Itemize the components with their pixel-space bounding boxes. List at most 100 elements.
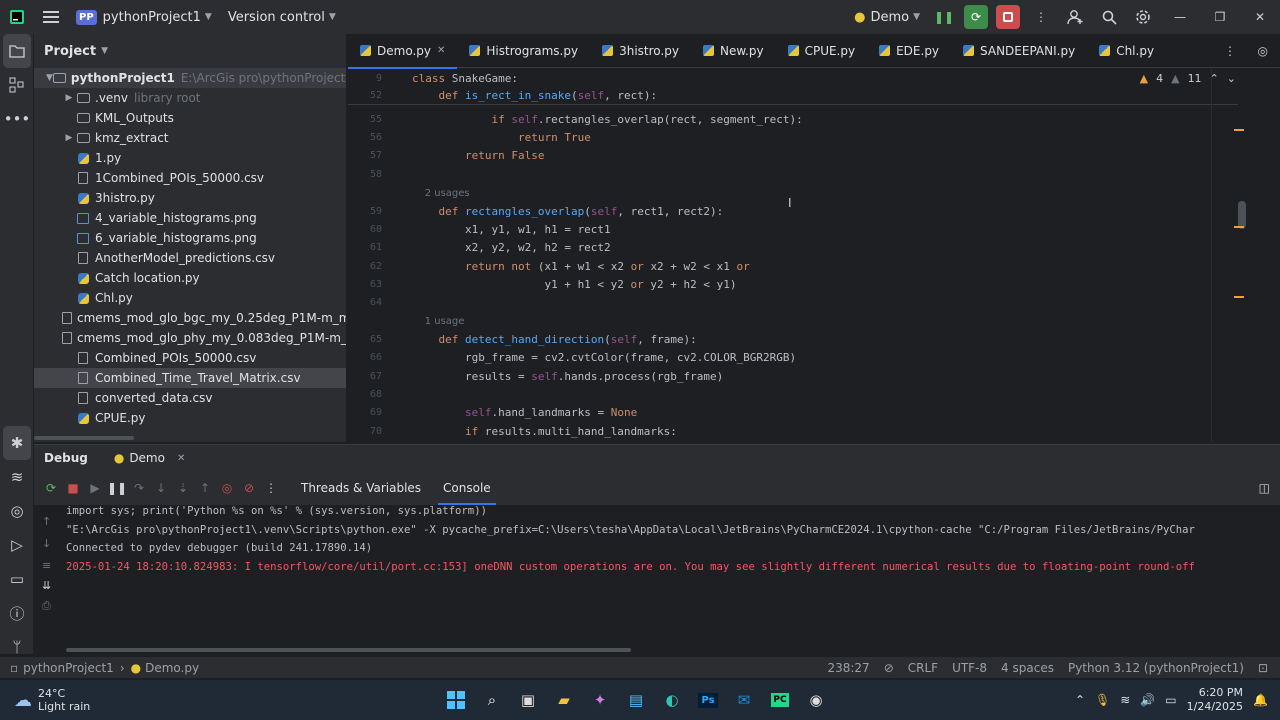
vertical-scrollbar[interactable] <box>1238 201 1246 229</box>
pycharm-taskbar-icon[interactable]: PC <box>762 682 798 718</box>
editor-tab[interactable]: SANDEEPANI.py <box>951 34 1087 68</box>
minimize-icon[interactable]: — <box>1160 0 1200 34</box>
tree-item[interactable]: Catch location.py <box>34 268 346 288</box>
tree-item[interactable]: cmems_mod_glo_bgc_my_0.25deg_P1M-m_multi… <box>34 308 346 328</box>
tab-actions-icon[interactable]: ⋮ <box>1224 44 1236 58</box>
more-tools-icon[interactable]: ••• <box>0 102 34 136</box>
pause-resume-button[interactable]: ❚❚ <box>932 5 956 29</box>
print-icon[interactable]: ⎙ <box>42 599 51 613</box>
editor-tab[interactable]: Demo.py ✕ <box>348 34 458 69</box>
tab-threads-variables[interactable]: Threads & Variables <box>290 471 432 505</box>
windows-start-icon[interactable] <box>438 682 474 718</box>
step-into-icon[interactable]: ↓ <box>150 481 172 495</box>
editor-tab[interactable]: 3histro.py <box>590 34 691 68</box>
caret-position[interactable]: 238:27 <box>827 661 869 675</box>
tree-item[interactable]: 4_variable_histograms.png <box>34 208 346 228</box>
version-control-dropdown[interactable]: Version control ▼ <box>220 10 344 25</box>
edge-browser-icon[interactable]: ◐ <box>654 682 690 718</box>
editor-tab[interactable]: Histrograms.py <box>457 34 590 68</box>
tree-item[interactable]: 1Combined_POIs_50000.csv <box>34 168 346 188</box>
resume-icon[interactable]: ▶ <box>84 481 106 495</box>
close-icon[interactable]: ✕ <box>1240 0 1280 34</box>
warning-marker[interactable] <box>1234 226 1244 228</box>
editor-tab[interactable]: Chl.py <box>1087 34 1166 68</box>
search-icon[interactable] <box>1092 0 1126 34</box>
project-panel-header[interactable]: Project ▼ <box>34 34 346 68</box>
tree-item[interactable]: ▶ .venv library root <box>34 88 346 108</box>
warning-marker[interactable] <box>1234 129 1244 131</box>
tree-item[interactable]: CPUE.py <box>34 408 346 428</box>
step-out-icon[interactable]: ↑ <box>194 481 216 495</box>
console-output[interactable]: import sys; print('Python %s on %s' % (s… <box>66 505 1246 579</box>
warning-marker[interactable] <box>1234 296 1244 298</box>
copilot-icon[interactable]: ✦ <box>582 682 618 718</box>
layout-icon[interactable]: ◫ <box>1259 481 1270 495</box>
tree-item[interactable]: 1.py <box>34 148 346 168</box>
microsoft-store-icon[interactable]: ▤ <box>618 682 654 718</box>
view-breakpoints-icon[interactable]: ◎ <box>216 481 238 495</box>
soft-wrap-icon[interactable]: ≡ <box>42 559 51 572</box>
tree-item[interactable]: Combined_Time_Travel_Matrix.csv <box>34 368 346 388</box>
project-folder-icon[interactable] <box>3 34 31 68</box>
ai-assistant-icon[interactable]: ◎ <box>1258 44 1268 58</box>
tab-console[interactable]: Console <box>432 471 502 505</box>
outlook-icon[interactable]: ✉ <box>726 682 762 718</box>
debug-session-tab[interactable]: Demo <box>129 451 165 465</box>
pause-icon[interactable]: ❚❚ <box>106 481 128 495</box>
github-icon[interactable]: ◉ <box>798 682 834 718</box>
tree-item[interactable]: AnotherModel_predictions.csv <box>34 248 346 268</box>
tree-item[interactable]: Combined_POIs_50000.csv <box>34 348 346 368</box>
horizontal-scrollbar[interactable] <box>66 648 631 652</box>
problems-icon[interactable]: ⓘ <box>0 596 34 630</box>
file-explorer-icon[interactable]: ▰ <box>546 682 582 718</box>
file-encoding[interactable]: UTF-8 <box>952 661 987 675</box>
tree-item[interactable]: converted_data.csv <box>34 388 346 408</box>
tree-item[interactable]: 3histro.py <box>34 188 346 208</box>
wifi-icon[interactable]: ≋ <box>1120 693 1130 707</box>
scroll-down-icon[interactable]: ↓ <box>42 537 51 550</box>
interpreter-selector[interactable]: Python 3.12 (pythonProject1) <box>1068 661 1244 675</box>
indent-setting[interactable]: 4 spaces <box>1001 661 1054 675</box>
battery-icon[interactable]: ▭ <box>1165 693 1176 707</box>
no-indent-icon[interactable]: ⊘ <box>884 661 894 675</box>
mute-breakpoints-icon[interactable]: ⊘ <box>238 481 260 495</box>
system-clock[interactable]: 6:20 PM 1/24/2025 <box>1187 686 1243 714</box>
weather-widget[interactable]: ☁ 24°C Light rain <box>0 687 200 713</box>
tree-item[interactable]: 6_variable_histograms.png <box>34 228 346 248</box>
services-icon[interactable]: ▷ <box>0 528 34 562</box>
close-tab-icon[interactable]: ✕ <box>437 45 445 56</box>
add-user-icon[interactable] <box>1058 0 1092 34</box>
stop-icon[interactable]: ■ <box>62 481 84 495</box>
settings-gear-icon[interactable] <box>1126 0 1160 34</box>
tree-root[interactable]: ▼ pythonProject1 E:\ArcGis pro\pythonPro… <box>34 68 346 88</box>
stop-button[interactable] <box>996 5 1020 29</box>
volume-icon[interactable]: 🔊 <box>1140 693 1155 707</box>
main-menu-icon[interactable] <box>34 0 68 34</box>
lock-icon[interactable]: ⊡ <box>1258 661 1268 675</box>
step-over-icon[interactable]: ↷ <box>128 481 150 495</box>
debug-bug-icon[interactable]: ✱ <box>3 426 31 460</box>
structure-icon[interactable] <box>0 68 34 102</box>
photoshop-icon[interactable]: Ps <box>690 682 726 718</box>
editor-tab[interactable]: EDE.py <box>867 34 951 68</box>
horizontal-scrollbar[interactable] <box>34 436 134 440</box>
terminal-icon[interactable]: ▭ <box>0 562 34 596</box>
scroll-to-end-icon[interactable]: ⇊ <box>42 579 51 592</box>
project-switcher[interactable]: PP pythonProject1 ▼ <box>68 9 220 25</box>
line-separator[interactable]: CRLF <box>908 661 938 675</box>
editor-tab[interactable]: CPUE.py <box>776 34 868 68</box>
python-packages-icon[interactable]: ◎ <box>0 494 34 528</box>
scroll-up-icon[interactable]: ↑ <box>42 515 51 528</box>
tree-item[interactable]: KML_Outputs <box>34 108 346 128</box>
tree-item[interactable]: cmems_mod_glo_phy_my_0.083deg_P1M-m_mult… <box>34 328 346 348</box>
more-icon[interactable]: ⋮ <box>260 481 282 495</box>
close-session-icon[interactable]: ✕ <box>177 453 185 464</box>
code-view[interactable]: 9 class SnakeGame: 52 def is_rect_in_snak… <box>348 69 1280 442</box>
tree-item[interactable]: ▶ kmz_extract <box>34 128 346 148</box>
more-actions-icon[interactable]: ⋮ <box>1024 0 1058 34</box>
editor-tab[interactable]: New.py <box>691 34 776 68</box>
restore-icon[interactable]: ❐ <box>1200 0 1240 34</box>
show-hidden-icons[interactable]: ⌃ <box>1075 693 1085 707</box>
step-into-my-code-icon[interactable]: ⇣ <box>172 481 194 495</box>
search-icon[interactable]: ⌕ <box>474 682 510 718</box>
